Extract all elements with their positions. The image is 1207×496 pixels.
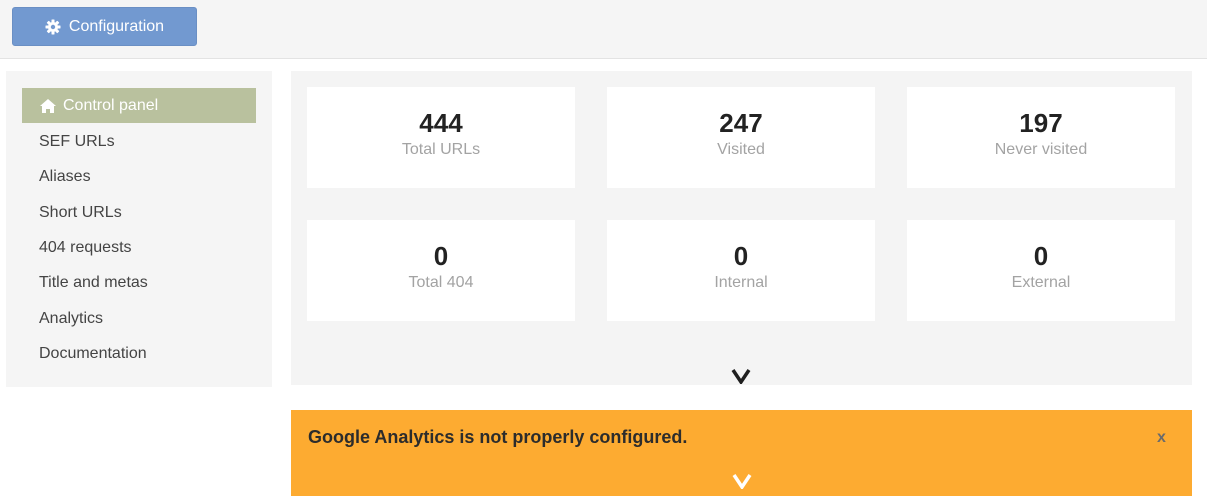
stat-value: 0 (433, 241, 449, 271)
stat-label: Internal (714, 274, 768, 291)
sidebar-item-label: 404 requests (39, 238, 132, 256)
stat-value: 444 (419, 108, 463, 138)
stat-label: Visited (717, 141, 765, 158)
stat-value: 0 (733, 241, 749, 271)
stat-card-internal: 0 Internal (607, 220, 875, 321)
stat-label: External (1011, 274, 1071, 291)
alert-close-button[interactable]: x (1157, 429, 1166, 447)
stat-card-total-urls: 444 Total URLs (307, 87, 575, 188)
stats-panel: 444 Total URLs 247 Visited 197 Never vis… (291, 71, 1192, 385)
sidebar-item-label: Analytics (39, 309, 104, 327)
stat-card-external: 0 External (907, 220, 1175, 321)
chevron-down-icon[interactable] (732, 473, 752, 489)
sidebar-item-aliases[interactable]: Aliases (22, 159, 256, 194)
sidebar-item-label: Short URLs (39, 203, 122, 221)
sidebar-item-label: Title and metas (39, 273, 148, 291)
sidebar-item-title-and-metas[interactable]: Title and metas (22, 265, 256, 300)
sidebar: Control panel SEF URLs Aliases Short URL… (6, 71, 272, 387)
stat-card-visited: 247 Visited (607, 87, 875, 188)
stat-value: 197 (1019, 108, 1063, 138)
stat-label: Never visited (994, 141, 1088, 158)
chevron-down-icon[interactable] (731, 368, 751, 384)
sidebar-item-short-urls[interactable]: Short URLs (22, 195, 256, 230)
sidebar-item-label: Aliases (39, 167, 91, 185)
stat-value: 247 (719, 108, 763, 138)
stat-card-total-404: 0 Total 404 (307, 220, 575, 321)
sidebar-item-sef-urls[interactable]: SEF URLs (22, 124, 256, 159)
stat-value: 0 (1033, 241, 1049, 271)
sidebar-item-404-requests[interactable]: 404 requests (22, 230, 256, 265)
sidebar-item-analytics[interactable]: Analytics (22, 301, 256, 336)
configuration-button[interactable]: Configuration (12, 7, 197, 46)
sidebar-item-label: Control panel (63, 96, 159, 114)
analytics-warning-alert: Google Analytics is not properly configu… (291, 410, 1192, 496)
stat-label: Total 404 (408, 274, 474, 291)
stat-label: Total URLs (401, 141, 481, 158)
top-toolbar: Configuration (0, 0, 1207, 59)
sidebar-item-documentation[interactable]: Documentation (22, 336, 256, 371)
sidebar-item-label: SEF URLs (39, 132, 115, 150)
stat-card-never-visited: 197 Never visited (907, 87, 1175, 188)
gear-icon (45, 19, 61, 34)
sidebar-item-control-panel[interactable]: Control panel (22, 88, 256, 123)
sidebar-item-label: Documentation (39, 344, 147, 362)
configuration-label: Configuration (68, 17, 165, 35)
alert-message: Google Analytics is not properly configu… (308, 427, 688, 447)
home-icon (40, 98, 56, 113)
